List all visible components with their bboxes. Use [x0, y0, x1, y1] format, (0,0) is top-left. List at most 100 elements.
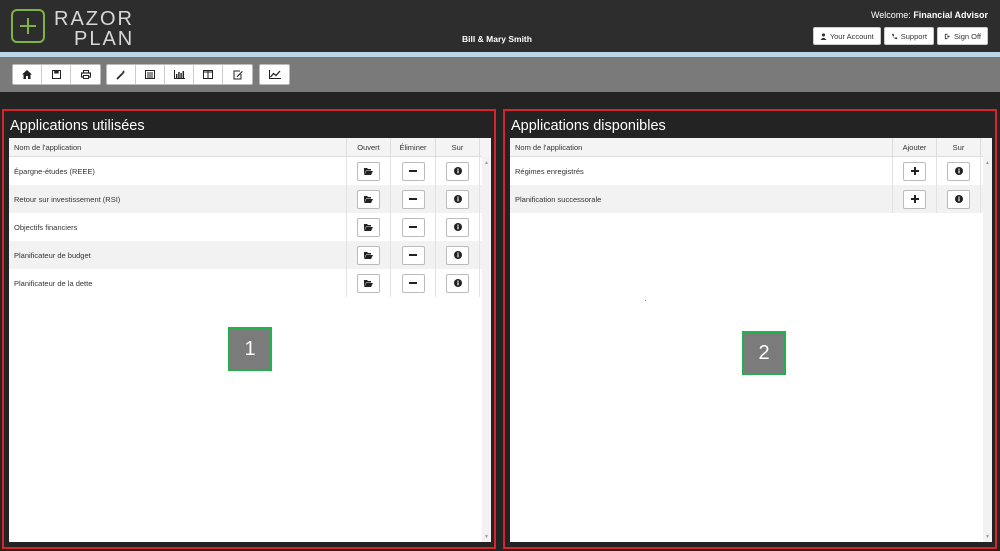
available-applications-title: Applications disponibles — [511, 118, 666, 134]
sign-off-button[interactable]: Sign Off — [937, 27, 988, 45]
info-icon — [453, 195, 462, 203]
remove-cell — [391, 157, 436, 185]
callout-badge-2: 2 — [742, 331, 786, 375]
minus-icon — [409, 170, 417, 172]
minus-icon — [409, 226, 417, 228]
app-name: Planificateur de la dette — [9, 269, 347, 297]
info-button[interactable] — [446, 273, 469, 293]
user-icon — [820, 32, 827, 40]
table-row: Objectifs financiers — [9, 213, 491, 241]
line-chart-button[interactable] — [260, 65, 289, 84]
app-name: Épargne-études (REEE) — [9, 157, 347, 185]
wand-icon — [116, 69, 126, 80]
about-cell — [937, 157, 981, 185]
scroll-up-arrow-icon[interactable]: ▲ — [484, 160, 489, 166]
toolbar-group-tools — [106, 64, 253, 85]
scrollbar[interactable]: ▲ ▼ — [983, 157, 992, 542]
toolbar-group-file — [12, 64, 101, 85]
plus-icon — [910, 195, 919, 203]
open-button[interactable] — [357, 189, 380, 209]
info-button[interactable] — [446, 245, 469, 265]
home-button[interactable] — [13, 65, 42, 84]
save-button[interactable] — [42, 65, 71, 84]
welcome-text: Welcome: Financial Advisor — [871, 10, 988, 20]
bar-chart-button[interactable] — [165, 65, 194, 84]
app-name: Objectifs financiers — [9, 213, 347, 241]
remove-cell — [391, 213, 436, 241]
table-row: Épargne-études (REEE) — [9, 157, 491, 185]
open-button[interactable] — [357, 273, 380, 293]
edit-button[interactable] — [223, 65, 252, 84]
remove-cell — [391, 185, 436, 213]
add-button[interactable] — [903, 161, 926, 181]
open-button[interactable] — [357, 217, 380, 237]
info-button[interactable] — [947, 161, 970, 181]
add-cell — [893, 157, 937, 185]
about-cell — [937, 185, 981, 213]
toolbar-group-charts — [259, 64, 290, 85]
open-cell — [347, 185, 391, 213]
info-icon — [453, 223, 462, 231]
remove-button[interactable] — [401, 273, 425, 293]
open-cell — [347, 269, 391, 297]
app-name: Planificateur de budget — [9, 241, 347, 269]
info-icon — [453, 167, 462, 175]
info-button[interactable] — [446, 189, 469, 209]
info-icon — [954, 167, 963, 175]
used-applications-title: Applications utilisées — [10, 118, 145, 134]
list-button[interactable] — [136, 65, 165, 84]
minus-icon — [409, 282, 417, 284]
table-row: Planificateur de la dette — [9, 269, 491, 297]
open-button[interactable] — [357, 161, 380, 181]
col-open: Ouvert — [347, 138, 391, 156]
add-button[interactable] — [903, 189, 926, 209]
logo-line1: RAZOR — [54, 8, 134, 30]
table-row: Retour sur investissement (RSI) — [9, 185, 491, 213]
info-button[interactable] — [446, 161, 469, 181]
open-button[interactable] — [357, 245, 380, 265]
app-name: Régimes enregistrés — [510, 157, 893, 185]
scrollbar[interactable]: ▲ ▼ — [482, 157, 491, 542]
open-cell — [347, 157, 391, 185]
line-chart-icon — [268, 70, 281, 79]
info-button[interactable] — [947, 189, 970, 209]
used-applications-panel: Applications utilisées Nom de l'applicat… — [2, 109, 496, 549]
columns-icon — [203, 70, 213, 79]
available-applications-panel: Applications disponibles Nom de l'applic… — [503, 109, 997, 549]
columns-button[interactable] — [194, 65, 223, 84]
support-label: Support — [900, 31, 928, 41]
table-row: Régimes enregistrés — [510, 157, 992, 185]
remove-button[interactable] — [401, 189, 425, 209]
scroll-up-arrow-icon[interactable]: ▲ — [985, 160, 990, 166]
info-icon — [453, 279, 462, 287]
info-button[interactable] — [446, 217, 469, 237]
scroll-down-arrow-icon[interactable]: ▼ — [985, 534, 990, 540]
support-button[interactable]: Support — [883, 27, 935, 45]
print-icon — [80, 70, 91, 79]
minus-icon — [409, 254, 417, 256]
your-account-button[interactable]: Your Account — [812, 27, 881, 45]
scroll-header — [983, 138, 992, 157]
remove-button[interactable] — [401, 245, 425, 265]
save-icon — [51, 70, 61, 79]
about-cell — [436, 157, 480, 185]
toolbar — [0, 57, 1000, 92]
remove-button[interactable] — [401, 217, 425, 237]
info-icon — [954, 195, 963, 203]
remove-cell — [391, 269, 436, 297]
wand-button[interactable] — [107, 65, 136, 84]
col-remove: Éliminer — [391, 138, 436, 156]
col-add: Ajouter — [893, 138, 937, 156]
remove-button[interactable] — [401, 161, 425, 181]
scroll-down-arrow-icon[interactable]: ▼ — [484, 534, 489, 540]
list-icon — [145, 70, 155, 79]
folder-open-icon — [364, 167, 373, 175]
table-row: Planification successorale — [510, 185, 992, 213]
col-about: Sur — [937, 138, 981, 156]
about-cell — [436, 213, 480, 241]
col-app-name: Nom de l'application — [510, 138, 893, 156]
table-row: Planificateur de budget — [9, 241, 491, 269]
print-button[interactable] — [71, 65, 100, 84]
about-cell — [436, 185, 480, 213]
sign-off-label: Sign Off — [954, 31, 981, 41]
